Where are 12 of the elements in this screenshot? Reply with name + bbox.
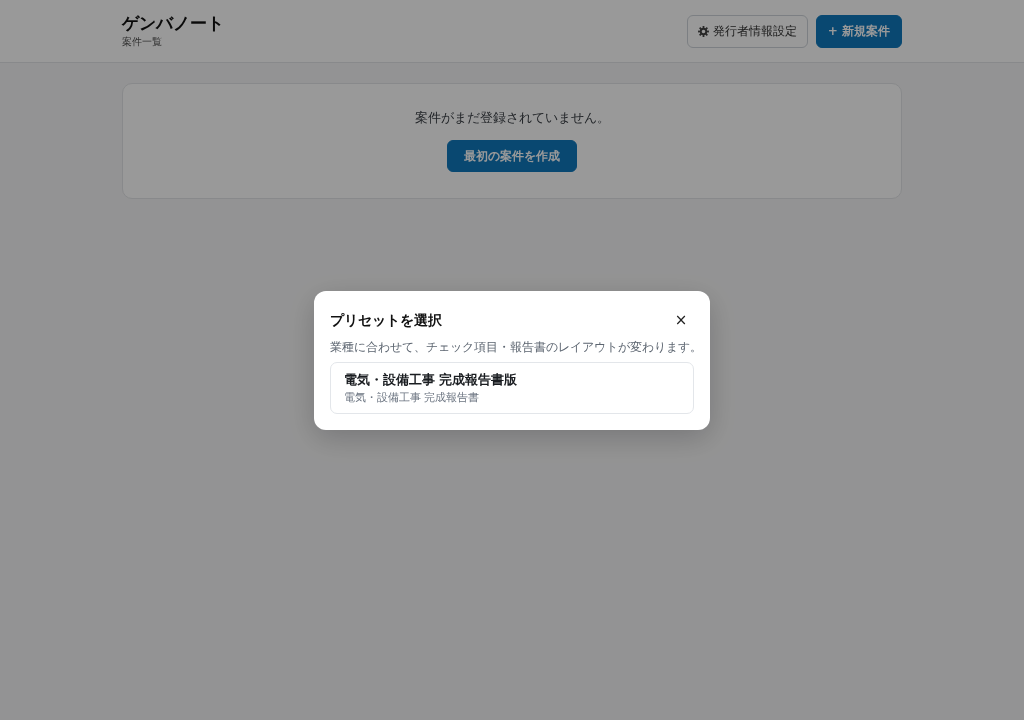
preset-subtitle: 電気・設備工事 完成報告書	[344, 389, 480, 405]
settings-button[interactable]: 発行者情報設定	[686, 14, 808, 48]
preset-title: 電気・設備工事 完成報告書版	[344, 370, 518, 389]
gear-icon	[697, 25, 709, 37]
new-project-button[interactable]: + 新規案件	[815, 14, 902, 48]
empty-message: 案件がまだ登録されていません。	[414, 109, 610, 127]
create-first-project-button[interactable]: 最初の案件を作成	[447, 140, 577, 172]
dialog-description: 業種に合わせて、チェック項目・報告書のレイアウトが変わります。	[330, 338, 702, 355]
close-button[interactable]: ×	[670, 308, 692, 331]
dialog-title: プリセットを選択	[330, 310, 442, 330]
app-title: ゲンバノート	[122, 13, 224, 33]
preset-option[interactable]: 電気・設備工事 完成報告書版 電気・設備工事 完成報告書	[330, 361, 694, 414]
